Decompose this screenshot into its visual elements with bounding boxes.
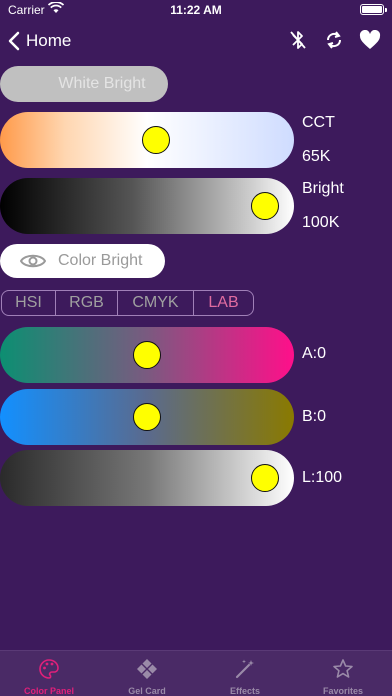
lab-a-slider[interactable] (0, 327, 294, 383)
white-bright-button[interactable]: White Bright (0, 66, 168, 102)
color-bright-label: Color Bright (58, 252, 143, 269)
lab-l-slider[interactable] (0, 450, 294, 506)
palette-icon (37, 657, 61, 680)
lab-b-slider-thumb[interactable] (133, 403, 161, 431)
bright-slider-thumb[interactable] (250, 192, 279, 220)
cct-value: 65K (302, 148, 331, 165)
sync-icon[interactable] (322, 28, 346, 52)
cct-slider-thumb[interactable] (141, 126, 170, 154)
battery-icon (360, 4, 387, 15)
tab-favorites[interactable]: Favorites (294, 651, 392, 696)
tab-color-panel[interactable]: Color Panel (0, 651, 98, 696)
cct-slider[interactable] (0, 112, 294, 168)
back-button[interactable]: Home (8, 28, 71, 54)
tab-effects-label: Effects (229, 686, 260, 696)
lab-b-slider[interactable] (0, 389, 294, 445)
tab-favorites-label: Favorites (322, 686, 364, 696)
mode-lab-tab[interactable]: LAB (194, 291, 253, 315)
lab-a-label: A:0 (302, 345, 327, 362)
mode-cmyk-tab[interactable]: CMYK (118, 291, 194, 315)
chevron-left-icon (8, 31, 20, 51)
tab-effects[interactable]: Effects (196, 651, 294, 696)
white-bright-label: White Bright (58, 75, 146, 92)
tab-gel-card[interactable]: Gel Card (98, 651, 196, 696)
nav-bar: Home (0, 22, 392, 60)
magic-wand-icon (233, 657, 257, 680)
bright-label: Bright (302, 180, 344, 197)
tab-color-panel-label: Color Panel (23, 686, 74, 696)
lab-l-slider-thumb[interactable] (250, 464, 279, 492)
color-mode-segmented-control: HSI RGB CMYK LAB (1, 290, 254, 316)
back-label: Home (26, 31, 72, 50)
tab-bar: Color Panel Gel Card Effects Favorites (0, 650, 392, 696)
star-icon (331, 657, 355, 680)
eye-icon (20, 252, 46, 270)
lab-a-slider-thumb[interactable] (133, 341, 161, 369)
clock: 11:22 AM (170, 3, 222, 17)
lab-b-label: B:0 (302, 408, 327, 425)
heart-icon[interactable] (358, 28, 382, 52)
mode-hsi-tab[interactable]: HSI (2, 291, 56, 315)
bright-slider[interactable] (0, 178, 294, 234)
status-bar: Carrier 11:22 AM (0, 0, 392, 20)
lab-l-label: L:100 (302, 469, 343, 486)
bluetooth-off-icon[interactable] (286, 28, 310, 52)
diamond-grid-icon (135, 657, 159, 680)
color-bright-button[interactable]: Color Bright (0, 244, 165, 278)
tab-gel-card-label: Gel Card (128, 686, 166, 696)
mode-rgb-tab[interactable]: RGB (56, 291, 118, 315)
bright-value: 100K (302, 214, 340, 231)
cct-label: CCT (302, 114, 335, 131)
